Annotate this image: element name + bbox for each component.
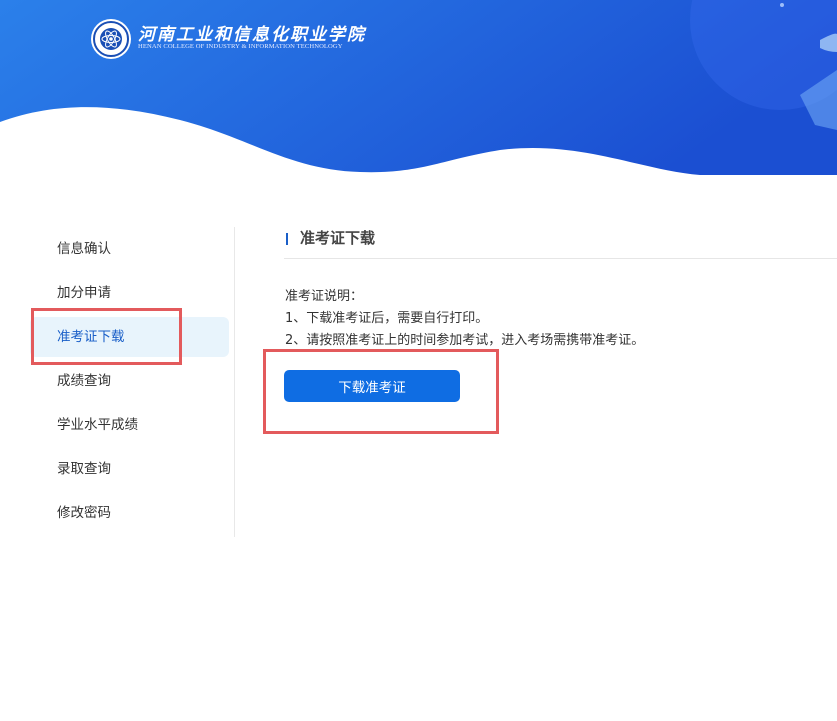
header-accent-bar — [286, 233, 288, 245]
notes-line-2: 2、请按照准考证上的时间参加考试，进入考场需携带准考证。 — [285, 333, 645, 348]
sidebar-item-bonus-apply[interactable]: 加分申请 — [30, 273, 229, 313]
header-banner: 河南工业和信息化职业学院 HENAN COLLEGE OF INDUSTRY &… — [0, 0, 837, 175]
sidebar-item-score-query[interactable]: 成绩查询 — [30, 361, 229, 401]
sidebar-item-admission-query[interactable]: 录取查询 — [30, 449, 229, 489]
download-ticket-button[interactable]: 下载准考证 — [284, 370, 460, 402]
school-name-cn: 河南工业和信息化职业学院 — [138, 25, 366, 45]
sidebar-item-info-confirm[interactable]: 信息确认 — [30, 229, 229, 269]
school-name-en: HENAN COLLEGE OF INDUSTRY & INFORMATION … — [138, 43, 343, 50]
notes-heading: 准考证说明： — [285, 289, 364, 304]
sidebar-item-admission-ticket[interactable]: 准考证下载 — [30, 317, 229, 357]
sidebar-item-change-password[interactable]: 修改密码 — [30, 493, 229, 533]
section-header: 准考证下载 — [284, 227, 837, 259]
sidebar-item-academic-scores[interactable]: 学业水平成绩 — [30, 405, 229, 445]
school-emblem-icon — [90, 18, 132, 60]
page-title: 准考证下载 — [300, 229, 376, 247]
notes-line-1: 1、下载准考证后，需要自行打印。 — [285, 311, 489, 326]
sidebar-nav: 信息确认 加分申请 准考证下载 成绩查询 学业水平成绩 录取查询 修改密码 — [30, 227, 235, 537]
